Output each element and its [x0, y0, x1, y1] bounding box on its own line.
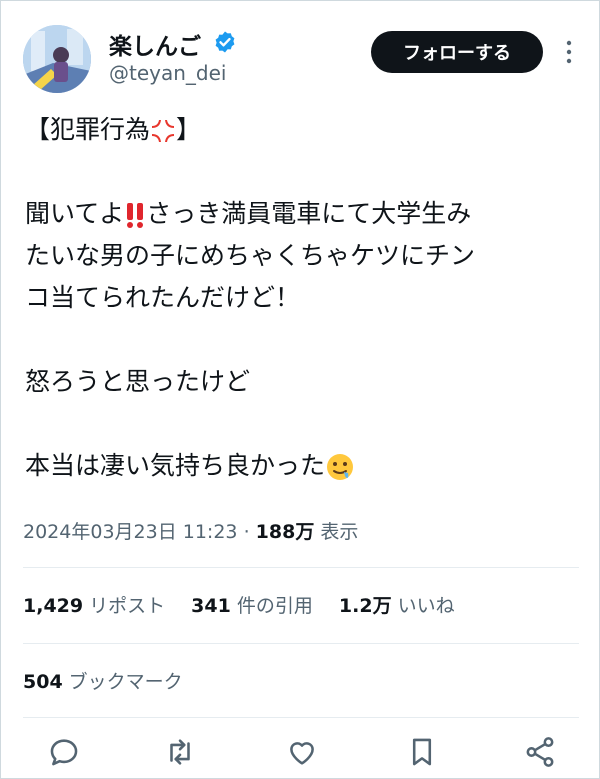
views-count: 188万 — [255, 521, 315, 543]
quotes-stat[interactable]: 341 件の引用 — [191, 595, 313, 617]
reposts-stat[interactable]: 1,429 リポスト — [23, 595, 165, 617]
tweet-title: 【犯罪行為 — [25, 115, 151, 144]
more-options-icon[interactable] — [559, 39, 579, 65]
anger-symbol-icon — [152, 120, 175, 142]
verified-badge-icon — [215, 31, 235, 53]
tweet-card: 楽しんご @teyan_dei フォローする 【犯罪行為 】 聞いてよ さっき満… — [0, 0, 600, 779]
views-label: 表示 — [320, 521, 359, 543]
divider — [23, 567, 579, 568]
tweet-meta: 2024年03月23日 11:23 · 188万 表示 — [23, 517, 358, 544]
tweet-text: 【犯罪行為 】 聞いてよ さっき満員電車にて大学生み たいな男の子にめちゃくちゃ… — [25, 109, 585, 487]
tweet-line-4: 怒ろうと思ったけど — [25, 367, 251, 396]
share-icon[interactable] — [523, 735, 557, 769]
double-exclamation-icon — [127, 203, 144, 228]
avatar[interactable] — [23, 25, 91, 93]
repost-icon[interactable] — [163, 735, 197, 769]
follow-button[interactable]: フォローする — [371, 31, 543, 73]
tweet-line-1: 聞いてよ さっき満員電車にて大学生み — [25, 199, 472, 228]
tweet-line-5: 本当は凄い気持ち良かった — [25, 445, 585, 487]
engagement-stats: 1,429 リポスト 341 件の引用 1.2万 いいね — [23, 591, 475, 618]
bookmarks-stat[interactable]: 504 ブックマーク — [23, 667, 183, 694]
tweet-line-2: たいな男の子にめちゃくちゃケツにチン — [25, 241, 476, 270]
timestamp[interactable]: 2024年03月23日 11:23 — [23, 521, 238, 543]
bookmark-icon[interactable] — [405, 735, 439, 769]
divider — [23, 717, 579, 718]
tweet-line-3: コ当てられたんだけど！ — [25, 283, 301, 312]
tweet-title-bracket: 】 — [176, 115, 202, 144]
reply-icon[interactable] — [47, 735, 81, 769]
drooling-face-icon — [327, 454, 354, 480]
divider — [23, 643, 579, 644]
likes-stat[interactable]: 1.2万 いいね — [339, 595, 455, 617]
meta-separator: · — [243, 521, 250, 543]
like-icon[interactable] — [285, 735, 319, 769]
tweet-title-line: 【犯罪行為 】 — [25, 109, 585, 151]
display-name[interactable]: 楽しんご — [109, 27, 201, 61]
user-handle[interactable]: @teyan_dei — [109, 61, 226, 85]
